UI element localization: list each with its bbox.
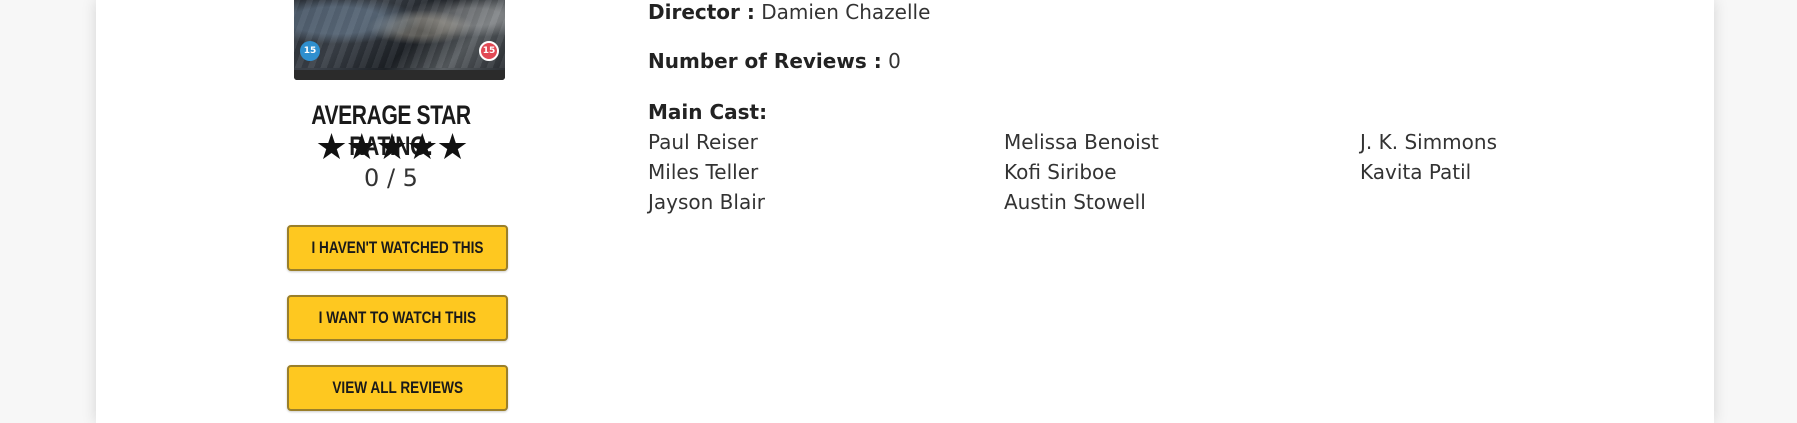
- poster-bottom-bar: [294, 70, 505, 80]
- want-to-watch-button[interactable]: I Want To Watch This: [287, 295, 508, 341]
- director-line: Director : Damien Chazelle: [648, 0, 930, 24]
- director-label: Director :: [648, 0, 755, 24]
- cast-member: Miles Teller: [648, 160, 759, 184]
- cast-member: J. K. Simmons: [1360, 130, 1497, 154]
- reviews-label: Number of Reviews :: [648, 49, 882, 73]
- age-rating-badge-red: 15: [479, 41, 499, 61]
- cast-member: Melissa Benoist: [1004, 130, 1159, 154]
- rating-value: 0 / 5: [364, 164, 418, 192]
- cast-member: Paul Reiser: [648, 130, 758, 154]
- havent-watched-button[interactable]: I Haven't Watched This: [287, 225, 508, 271]
- cast-member: Austin Stowell: [1004, 190, 1146, 214]
- havent-watched-label: I Haven't Watched This: [311, 238, 484, 257]
- view-all-reviews-button[interactable]: View All Reviews: [287, 365, 508, 411]
- poster-rating-column: 15 15 Average Star Rating: ★★★★★ 0 / 5 I…: [274, 0, 508, 423]
- cast-member: Kavita Patil: [1360, 160, 1472, 184]
- director-value: Damien Chazelle: [761, 0, 931, 24]
- age-rating-badge: 15: [300, 41, 320, 61]
- star-icons: ★★★★★: [315, 127, 468, 168]
- movie-details-card: 15 15 Average Star Rating: ★★★★★ 0 / 5 I…: [96, 0, 1714, 423]
- cast-member: Kofi Siriboe: [1004, 160, 1117, 184]
- main-cast-label: Main Cast:: [648, 100, 768, 124]
- cast-member: Jayson Blair: [648, 190, 765, 214]
- reviews-count: 0: [888, 49, 901, 73]
- view-all-reviews-label: View All Reviews: [332, 378, 463, 397]
- want-to-watch-label: I Want To Watch This: [318, 308, 477, 327]
- star-rating-icons: ★★★★★: [274, 129, 508, 167]
- reviews-line: Number of Reviews : 0: [648, 49, 901, 73]
- movie-poster: 15 15: [294, 0, 505, 80]
